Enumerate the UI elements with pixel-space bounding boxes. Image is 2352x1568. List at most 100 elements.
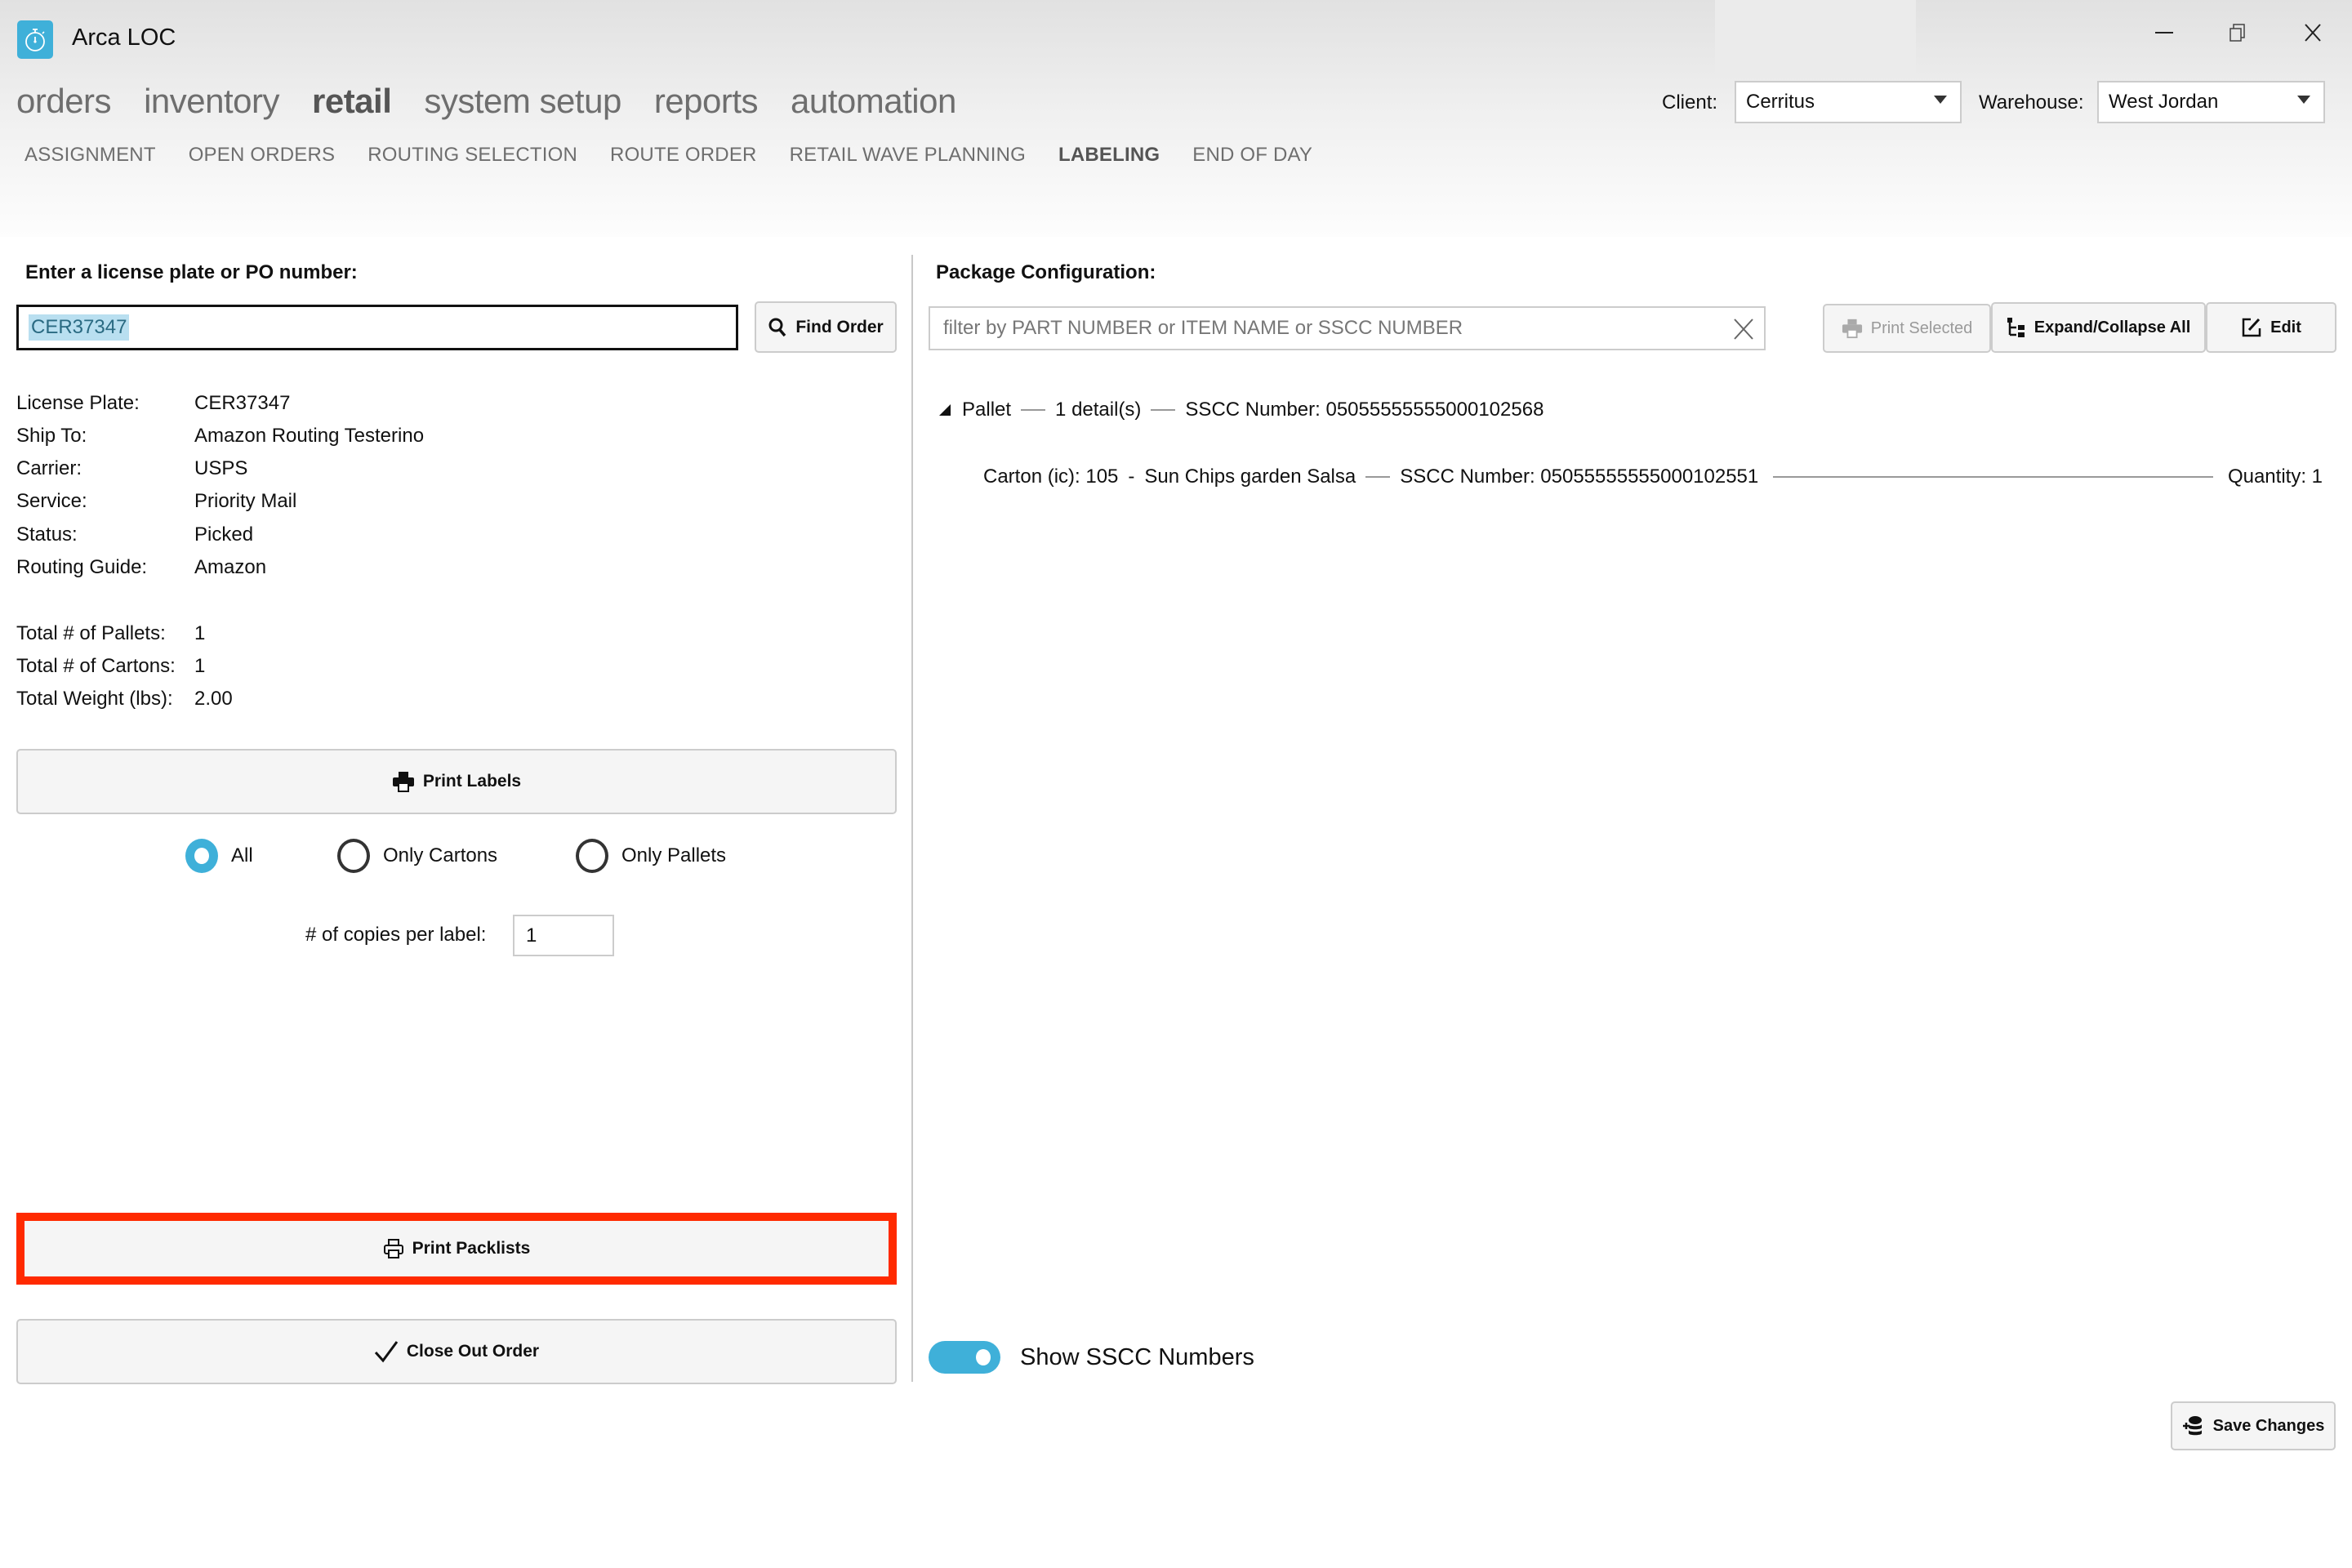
detail-label: Routing Guide:	[16, 556, 148, 578]
carton-separator: -	[1128, 466, 1135, 488]
header: Arca LOC orders inventory retail system …	[0, 0, 2352, 237]
carton-sscc: SSCC Number: 05055555555000102551	[1400, 466, 1759, 488]
tree-expand-icon	[2007, 318, 2025, 337]
tab-retail-wave-planning[interactable]: RETAIL WAVE PLANNING	[790, 144, 1026, 167]
print-packlists-label: Print Packlists	[412, 1239, 531, 1258]
restore-icon	[2230, 24, 2245, 42]
detail-value-ship-to: Amazon Routing Testerino	[194, 425, 425, 447]
client-select-value: Cerritus	[1746, 91, 1815, 113]
separator-dash	[1021, 409, 1046, 411]
radio-all[interactable]: All	[185, 838, 253, 874]
printer-icon	[1842, 318, 1862, 339]
printer-icon	[383, 1239, 403, 1258]
find-order-button[interactable]: Find Order	[755, 301, 897, 353]
radio-only-pallets-label: Only Pallets	[621, 844, 727, 866]
total-label: Total # of Cartons:	[16, 655, 176, 677]
client-label: Client:	[1662, 91, 1718, 114]
close-out-order-button[interactable]: Close Out Order	[16, 1319, 897, 1384]
close-out-order-label: Close Out Order	[406, 1342, 540, 1361]
tab-end-of-day[interactable]: END OF DAY	[1192, 144, 1312, 167]
copies-input[interactable]: 1	[513, 915, 614, 956]
pallet-label: Pallet	[962, 399, 1012, 421]
nav-retail[interactable]: retail	[312, 82, 392, 121]
package-filter-input[interactable]: filter by PART NUMBER or ITEM NAME or SS…	[929, 306, 1766, 350]
total-pallets-value: 1	[194, 622, 206, 644]
chevron-down-icon	[2297, 96, 2310, 104]
pallet-details-count: 1 detail(s)	[1055, 399, 1142, 421]
tab-assignment[interactable]: ASSIGNMENT	[24, 144, 156, 167]
show-sscc-label: Show SSCC Numbers	[1020, 1343, 1254, 1370]
leader-line	[1773, 476, 2213, 478]
radio-only-cartons-label: Only Cartons	[383, 844, 498, 866]
detail-value-carrier: USPS	[194, 457, 248, 479]
nav-orders[interactable]: orders	[16, 82, 112, 121]
radio-button[interactable]	[337, 839, 370, 873]
radio-only-cartons[interactable]: Only Cartons	[337, 838, 497, 874]
nav-inventory[interactable]: inventory	[144, 82, 279, 121]
title-bar: Arca LOC	[0, 0, 2352, 82]
radio-button[interactable]	[576, 839, 608, 873]
edit-label: Edit	[2270, 318, 2301, 336]
detail-label: License Plate:	[16, 392, 140, 414]
tab-route-order[interactable]: ROUTE ORDER	[610, 144, 757, 167]
copies-label: # of copies per label:	[305, 924, 487, 946]
show-sscc-toggle-row[interactable]: Show SSCC Numbers	[929, 1341, 1254, 1374]
detail-label: Status:	[16, 523, 78, 546]
radio-only-pallets[interactable]: Only Pallets	[576, 838, 726, 874]
nav-system-setup[interactable]: system setup	[424, 82, 621, 121]
find-order-label: Find Order	[795, 317, 884, 336]
print-labels-label: Print Labels	[422, 772, 522, 791]
close-button[interactable]	[2280, 8, 2345, 57]
carton-quantity: Quantity: 1	[2227, 466, 2323, 488]
close-icon	[2305, 24, 2321, 42]
search-icon	[768, 318, 786, 336]
print-packlists-button[interactable]: Print Packlists	[24, 1221, 889, 1276]
print-selected-label: Print Selected	[1870, 318, 1973, 337]
carton-label: Carton (ic): 105	[983, 466, 1119, 488]
clear-filter-button[interactable]	[1733, 318, 1754, 346]
nav-automation[interactable]: automation	[791, 82, 956, 121]
pallet-sscc: SSCC Number: 05055555555000102568	[1185, 399, 1544, 421]
package-configuration-title: Package Configuration:	[936, 261, 1156, 283]
license-plate-input[interactable]: CER37347	[16, 305, 738, 350]
print-labels-button[interactable]: Print Labels	[16, 749, 897, 814]
chevron-down-icon	[1934, 96, 1947, 104]
total-label: Total # of Pallets:	[16, 622, 166, 644]
title-bar-blank-region	[1715, 0, 1916, 74]
minimize-icon	[2155, 32, 2173, 33]
collapse-triangle-icon[interactable]	[939, 404, 951, 416]
detail-value-status: Picked	[194, 523, 254, 546]
minimize-button[interactable]	[2132, 8, 2197, 57]
carton-item-name: Sun Chips garden Salsa	[1144, 466, 1356, 488]
main-nav: orders inventory retail system setup rep…	[16, 82, 956, 121]
warehouse-select-value: West Jordan	[2109, 91, 2219, 113]
tree-node-carton[interactable]: Carton (ic): 105 - Sun Chips garden Sals…	[983, 466, 2323, 488]
restore-button[interactable]	[2205, 8, 2270, 57]
license-plate-input-value: CER37347	[29, 314, 130, 341]
warehouse-select[interactable]: West Jordan	[2097, 81, 2325, 123]
sub-nav: ASSIGNMENT OPEN ORDERS ROUTING SELECTION…	[24, 144, 1312, 167]
expand-collapse-all-label: Expand/Collapse All	[2034, 318, 2191, 336]
stopwatch-icon	[17, 20, 53, 59]
print-selected-button[interactable]: Print Selected	[1823, 304, 1991, 353]
radio-button-checked[interactable]	[185, 839, 218, 873]
tab-open-orders[interactable]: OPEN ORDERS	[189, 144, 336, 167]
toggle-knob	[976, 1349, 991, 1365]
expand-collapse-all-button[interactable]: Expand/Collapse All	[1991, 302, 2206, 353]
separator-dash	[1151, 409, 1176, 411]
tab-labeling[interactable]: LABELING	[1058, 144, 1160, 167]
printer-icon	[392, 772, 414, 792]
save-changes-button[interactable]: Save Changes	[2171, 1401, 2336, 1450]
checkmark-icon	[374, 1341, 399, 1363]
detail-value-license-plate: CER37347	[194, 392, 291, 414]
radio-all-label: All	[231, 844, 253, 866]
tab-routing-selection[interactable]: ROUTING SELECTION	[368, 144, 577, 167]
copies-input-value: 1	[526, 924, 537, 947]
nav-reports[interactable]: reports	[654, 82, 759, 121]
edit-button[interactable]: Edit	[2206, 302, 2336, 353]
client-select[interactable]: Cerritus	[1735, 81, 1962, 123]
total-cartons-value: 1	[194, 655, 206, 677]
tree-node-pallet[interactable]: Pallet 1 detail(s) SSCC Number: 05055555…	[939, 399, 1544, 421]
panel-divider	[911, 255, 913, 1382]
show-sscc-toggle[interactable]	[929, 1341, 1000, 1374]
